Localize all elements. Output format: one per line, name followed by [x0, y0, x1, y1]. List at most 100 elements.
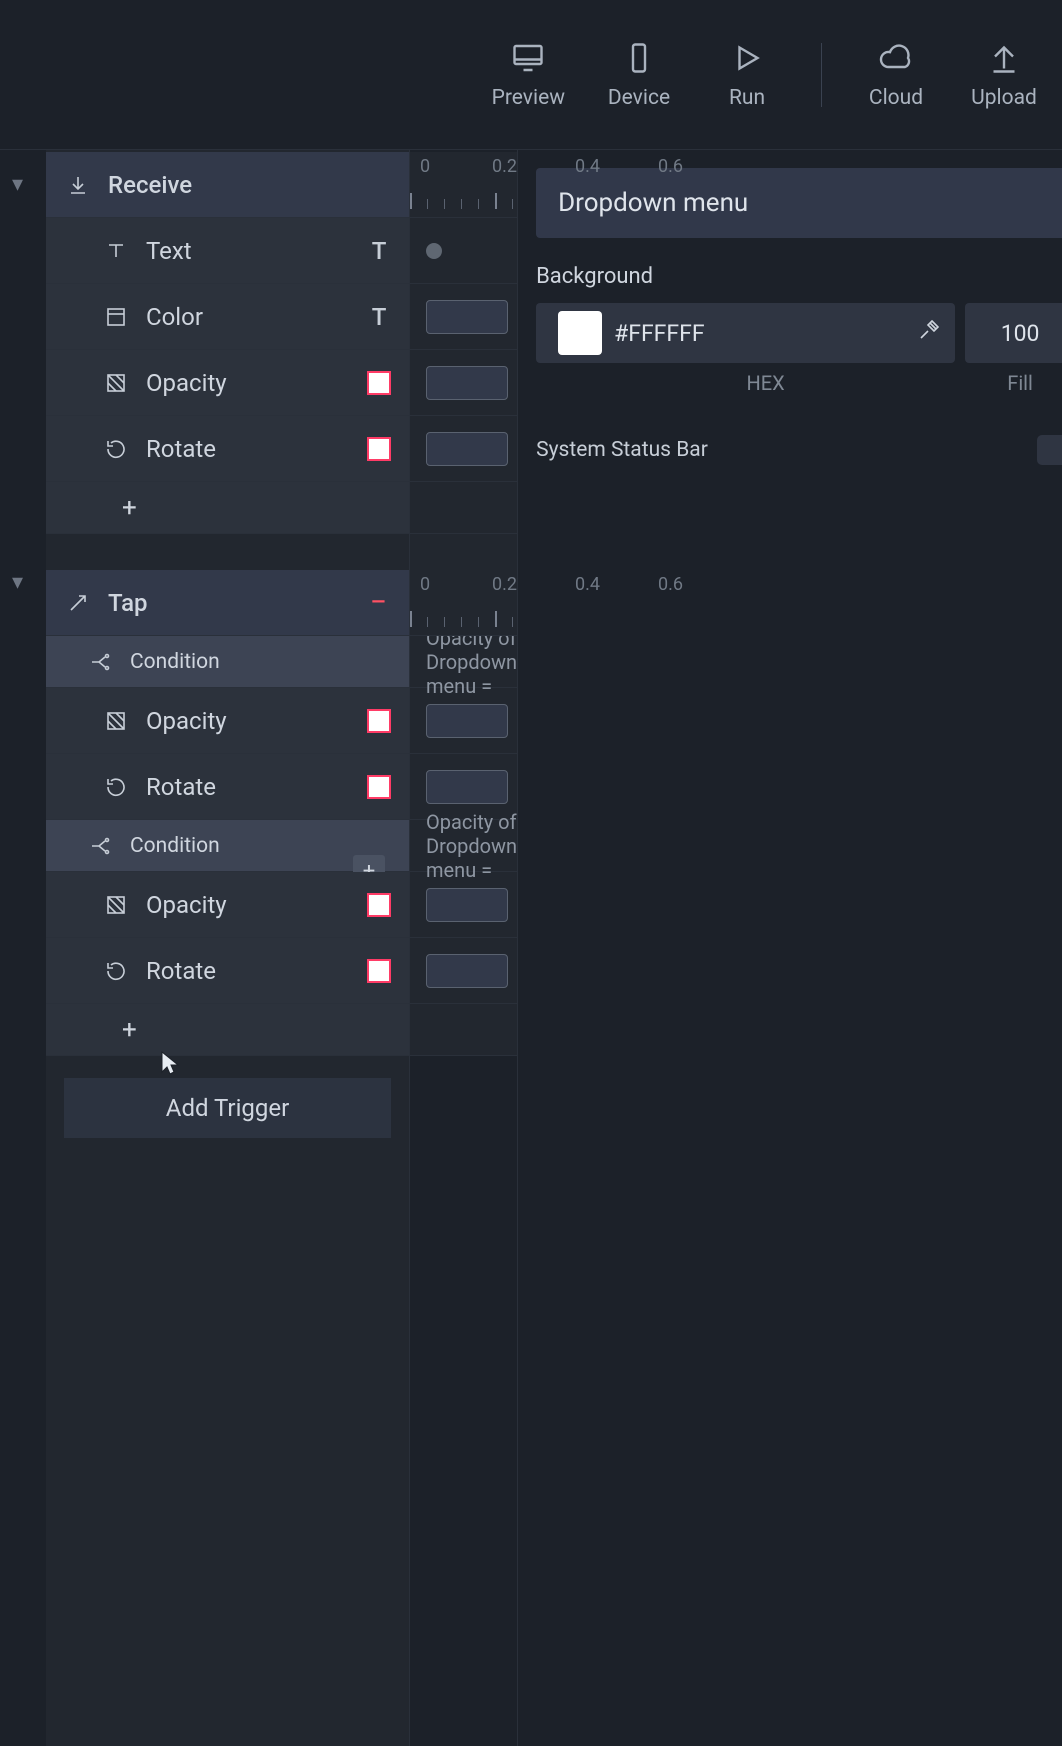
- row-text[interactable]: Text T: [46, 218, 409, 284]
- text-label: Text: [146, 237, 192, 265]
- inspector-panel: Dropdown menu Background HEX Fill System…: [518, 150, 1062, 1746]
- tap-rotate-swatch-2[interactable]: [367, 959, 391, 983]
- add-trigger-button[interactable]: Add Trigger: [64, 1078, 391, 1138]
- tap-opacity-label-2: Opacity: [146, 891, 227, 919]
- fill-input[interactable]: [990, 320, 1050, 347]
- remove-trigger-icon[interactable]: −: [370, 588, 387, 618]
- ruler-tick-2: 0.4: [575, 156, 600, 177]
- timeline-row-opacity-t1[interactable]: [410, 688, 517, 754]
- keyframe-chip[interactable]: [426, 300, 508, 334]
- preview-button[interactable]: Preview: [492, 40, 565, 110]
- fill-caption: Fill: [965, 371, 1062, 395]
- row-tap-rotate-1[interactable]: Rotate: [46, 754, 409, 820]
- row-opacity[interactable]: Opacity: [46, 350, 409, 416]
- add-property-receive[interactable]: +: [46, 482, 409, 534]
- row-tap-opacity-1[interactable]: Opacity: [46, 688, 409, 754]
- top-toolbar: Preview Device Run Cloud Upload: [0, 0, 1062, 150]
- tap-icon: [64, 591, 92, 615]
- ruler-tick-0b: 0: [420, 574, 430, 595]
- branch-icon: [86, 834, 114, 858]
- tap-title: Tap: [108, 589, 148, 617]
- ruler-tick-3b: 0.6: [658, 574, 683, 595]
- cloud-icon: [878, 40, 914, 76]
- tap-opacity-swatch-2[interactable]: [367, 893, 391, 917]
- opacity-icon: [102, 893, 130, 917]
- hex-input[interactable]: [614, 320, 905, 347]
- run-button[interactable]: Run: [713, 40, 781, 110]
- condition-label-1: Condition: [130, 650, 220, 674]
- timeline-row-blank: [410, 482, 517, 534]
- upload-icon: [986, 40, 1022, 76]
- device-button[interactable]: Device: [605, 40, 673, 110]
- rotate-icon: [102, 959, 130, 983]
- row-tap-rotate-2[interactable]: Rotate: [46, 938, 409, 1004]
- text-style-swatch[interactable]: T: [367, 239, 391, 263]
- ruler-tick-0: 0: [420, 156, 430, 177]
- device-label: Device: [608, 86, 670, 110]
- background-label: Background: [536, 264, 1062, 289]
- timeline-row-color[interactable]: [410, 284, 517, 350]
- row-condition-2[interactable]: Condition +: [46, 820, 409, 872]
- color-box-icon: [102, 305, 130, 329]
- ruler-tick-1: 0.2: [492, 156, 517, 177]
- preview-label: Preview: [492, 86, 565, 110]
- timeline-row-rotate-t2[interactable]: [410, 938, 517, 1004]
- cursor-icon: [160, 1050, 180, 1078]
- eyedropper-icon[interactable]: [917, 318, 941, 348]
- keyframe-chip[interactable]: [426, 704, 508, 738]
- opacity-swatch[interactable]: [367, 371, 391, 395]
- rotate-icon: [102, 437, 130, 461]
- color-swatch[interactable]: [558, 311, 602, 355]
- branch-icon: [86, 650, 114, 674]
- row-rotate[interactable]: Rotate: [46, 416, 409, 482]
- condition-label-2: Condition: [130, 834, 220, 858]
- ruler-tick-1b: 0.2: [492, 574, 517, 595]
- tap-opacity-label-1: Opacity: [146, 707, 227, 735]
- row-tap-opacity-2[interactable]: Opacity: [46, 872, 409, 938]
- timeline-ruler-receive[interactable]: 0 0.2 0.4 0.6: [410, 152, 517, 218]
- timeline-row-text[interactable]: [410, 218, 517, 284]
- color-style-swatch[interactable]: T: [367, 305, 391, 329]
- trigger-header-receive[interactable]: Receive: [46, 152, 409, 218]
- row-color[interactable]: Color T: [46, 284, 409, 350]
- run-label: Run: [729, 86, 765, 110]
- condition-text-1: Opacity of Dropdown menu =: [426, 626, 517, 698]
- hex-caption: HEX: [536, 371, 955, 395]
- timeline-condition-2[interactable]: Opacity of Dropdown menu =: [410, 820, 517, 872]
- timeline-row-rotate[interactable]: [410, 416, 517, 482]
- collapse-caret-tap[interactable]: ▾: [12, 570, 23, 595]
- toolbar-separator: [821, 43, 822, 107]
- play-icon: [729, 40, 765, 76]
- row-condition-1[interactable]: Condition: [46, 636, 409, 688]
- cloud-label: Cloud: [869, 86, 923, 110]
- keyframe-chip[interactable]: [426, 432, 508, 466]
- collapse-caret-receive[interactable]: ▾: [12, 172, 23, 197]
- inspector-title[interactable]: Dropdown menu: [536, 168, 1062, 238]
- timeline-ruler-tap[interactable]: 0 0.2 0.4 0.6: [410, 570, 517, 636]
- timeline-row-opacity[interactable]: [410, 350, 517, 416]
- hex-input-wrap[interactable]: [536, 303, 955, 363]
- monitor-icon: [510, 40, 546, 76]
- keyframe-chip[interactable]: [426, 888, 508, 922]
- add-property-tap[interactable]: +: [46, 1004, 409, 1056]
- receive-title: Receive: [108, 171, 192, 199]
- condition-text-2: Opacity of Dropdown menu =: [426, 810, 517, 882]
- keyframe-chip[interactable]: [426, 954, 508, 988]
- status-bar-label: System Status Bar: [536, 438, 708, 462]
- keyframe-dot[interactable]: [426, 243, 442, 259]
- upload-button[interactable]: Upload: [970, 40, 1038, 110]
- receive-icon: [64, 173, 92, 197]
- tap-rotate-swatch-1[interactable]: [367, 775, 391, 799]
- trigger-header-tap[interactable]: Tap −: [46, 570, 409, 636]
- tap-rotate-label-2: Rotate: [146, 957, 216, 985]
- timeline-row-opacity-t2[interactable]: [410, 872, 517, 938]
- tap-opacity-swatch-1[interactable]: [367, 709, 391, 733]
- keyframe-chip[interactable]: [426, 366, 508, 400]
- cloud-button[interactable]: Cloud: [862, 40, 930, 110]
- color-label: Color: [146, 303, 203, 331]
- status-bar-toggle[interactable]: [1037, 435, 1062, 465]
- rotate-swatch[interactable]: [367, 437, 391, 461]
- fill-input-wrap[interactable]: [965, 303, 1062, 363]
- timeline-condition-1[interactable]: Opacity of Dropdown menu =: [410, 636, 517, 688]
- keyframe-chip[interactable]: [426, 770, 508, 804]
